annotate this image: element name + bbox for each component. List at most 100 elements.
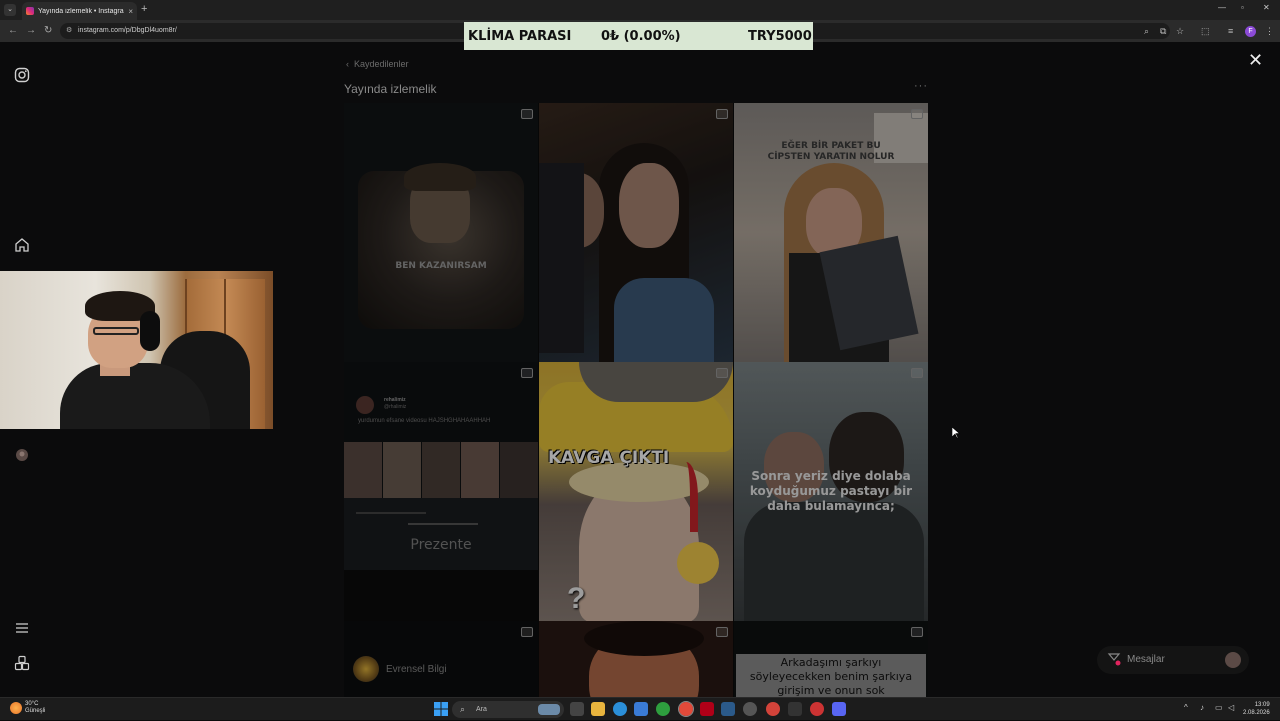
app-red-icon[interactable] (700, 702, 714, 716)
messages-icon (1107, 652, 1121, 671)
tab-instagram[interactable]: Yayında izlemelik • Instagram × (22, 2, 137, 20)
tile-text: yurdumun efsane videosu HAJSHGHAHAAHHAH (358, 418, 491, 424)
reload-icon[interactable]: ↻ (44, 25, 52, 36)
windows-start-icon[interactable] (434, 702, 448, 721)
mouse-cursor-icon (951, 426, 961, 444)
progress-bar[interactable] (356, 512, 426, 514)
reel-icon (911, 627, 923, 637)
grid-tile[interactable]: Evrensel Bilgi (344, 621, 538, 698)
tile-handle: @rhalimiz (384, 404, 407, 410)
search-icon: ⌕ (460, 704, 466, 714)
webcam-overlay (0, 271, 273, 429)
profile-avatar-icon[interactable] (14, 447, 30, 463)
app-circle-icon[interactable] (810, 702, 824, 716)
avatar (1225, 652, 1241, 668)
network-icon[interactable]: ▭ (1215, 703, 1223, 712)
tile-caption: Arkadaşımı şarkıyı söyleyecekken benim ş… (749, 656, 913, 697)
xbox-icon[interactable] (656, 702, 670, 716)
grid-tile[interactable] (539, 621, 733, 698)
store-icon[interactable] (634, 702, 648, 716)
chrome-icon[interactable] (678, 701, 694, 717)
red-arrow (674, 462, 698, 532)
grid-tile[interactable]: KAVGA ÇIKTI ? (539, 362, 733, 621)
ticker-name: KLİMA PARASI (468, 29, 572, 44)
grid-tile[interactable] (539, 103, 733, 362)
reel-icon (521, 109, 533, 119)
tab-title: Yayında izlemelik • Instagram (38, 7, 125, 15)
back-icon[interactable]: ← (8, 25, 18, 36)
browser-menu-icon[interactable]: ⋮ (1265, 26, 1274, 37)
forward-icon[interactable]: → (26, 25, 36, 36)
steam-icon[interactable] (721, 702, 735, 716)
grid-tile[interactable]: EĞER BİR PAKET BU CİPSTEN YARATIN NOLUR (734, 103, 928, 362)
maximize-icon[interactable]: ▫ (1241, 3, 1244, 12)
grid-tile[interactable]: BEN KAZANIRSAM (344, 103, 538, 362)
avatar (356, 396, 374, 414)
zoom-icon[interactable]: ⌕ (1144, 26, 1149, 37)
reel-icon (716, 109, 728, 119)
mic-icon[interactable]: ♪ (1200, 703, 1204, 712)
close-window-icon[interactable]: ✕ (1263, 3, 1270, 12)
messages-label: Mesajlar (1127, 654, 1165, 665)
avatar (353, 656, 379, 682)
messages-button[interactable]: Mesajlar (1097, 646, 1249, 674)
grid-tile[interactable]: Arkadaşımı şarkıyı söyleyecekken benim ş… (734, 621, 928, 698)
more-options-icon[interactable]: ··· (914, 80, 928, 92)
media-controls-icon[interactable]: ≡ (1228, 26, 1233, 36)
grid-tile[interactable]: Sonra yeriz diye dolaba koyduğumuz pasta… (734, 362, 928, 621)
headphones-icon (140, 311, 160, 351)
emoji-icon (677, 542, 719, 584)
instagram-logo-icon[interactable] (14, 67, 30, 83)
reel-icon (911, 109, 923, 119)
install-app-icon[interactable]: ⧉ (1160, 26, 1166, 37)
breadcrumb[interactable]: ‹ Kaydedilenler (346, 59, 409, 69)
profile-avatar[interactable]: F (1245, 26, 1256, 37)
windows-taskbar: 30°C Güneşli ⌕ Ara ^ ♪ ▭ ◁ 13:09 2.08.20… (0, 697, 1280, 720)
tile-caption: EĞER BİR PAKET BU CİPSTEN YARATIN NOLUR (767, 141, 895, 162)
file-explorer-icon[interactable] (591, 702, 605, 716)
taskbar-search[interactable]: ⌕ Ara (452, 701, 564, 718)
weather-icon[interactable] (10, 702, 22, 714)
close-icon[interactable]: ✕ (1248, 50, 1263, 71)
reel-icon (716, 627, 728, 637)
home-icon[interactable] (14, 237, 30, 253)
site-info-icon[interactable]: ⚙ (66, 23, 72, 39)
new-tab-button[interactable]: + (141, 3, 147, 15)
extensions-icon[interactable]: ⬚ (1201, 26, 1210, 37)
close-tab-icon[interactable]: × (128, 7, 133, 16)
tile-caption: BEN KAZANIRSAM (395, 261, 487, 271)
tile-username: Evrensel Bilgi (386, 664, 447, 675)
person-face (619, 163, 679, 248)
ticker-target: TRY5000 (748, 29, 812, 44)
chrome-alt-icon[interactable] (766, 702, 780, 716)
more-apps-icon[interactable] (14, 655, 30, 671)
menu-hamburger-icon[interactable] (14, 620, 30, 636)
reel-icon (716, 368, 728, 378)
minimize-icon[interactable]: — (1218, 3, 1226, 12)
weather-widget[interactable]: 30°C Güneşli (25, 701, 45, 715)
reel-icon (521, 368, 533, 378)
grid-tile[interactable]: rehalimiz @rhalimiz yurdumun efsane vide… (344, 362, 538, 570)
question-mark-icon: ? (567, 582, 586, 615)
url-text: instagram.com/p/DbgDl4uom8r/ (78, 27, 177, 34)
bookmark-star-icon[interactable]: ☆ (1176, 26, 1184, 37)
instagram-favicon-icon (26, 7, 34, 15)
task-view-icon[interactable] (570, 702, 584, 716)
volume-icon[interactable]: ◁ (1228, 703, 1234, 712)
app-x-icon[interactable] (788, 702, 802, 716)
discord-icon[interactable] (832, 702, 846, 716)
browser-tab-bar: ⌄ Yayında izlemelik • Instagram × + — ▫ … (0, 0, 1280, 20)
reel-icon (521, 627, 533, 637)
edge-icon[interactable] (613, 702, 627, 716)
obs-icon[interactable] (743, 702, 757, 716)
tray-chevron-icon[interactable]: ^ (1184, 703, 1188, 712)
tab-search-icon[interactable]: ⌄ (4, 4, 16, 16)
reel-icon (911, 368, 923, 378)
system-clock[interactable]: 13:09 2.08.2026 (1243, 701, 1270, 717)
present-label: Prezente (410, 537, 472, 553)
page-title: Yayında izlemelik (344, 82, 437, 96)
tile-username: rehalimiz (384, 397, 406, 403)
donation-ticker: KLİMA PARASI 0₺ (0.00%) TRY5000 (464, 22, 813, 50)
ticker-change: 0₺ (0.00%) (601, 29, 681, 44)
tile-caption: Sonra yeriz diye dolaba koyduğumuz pasta… (749, 469, 913, 513)
